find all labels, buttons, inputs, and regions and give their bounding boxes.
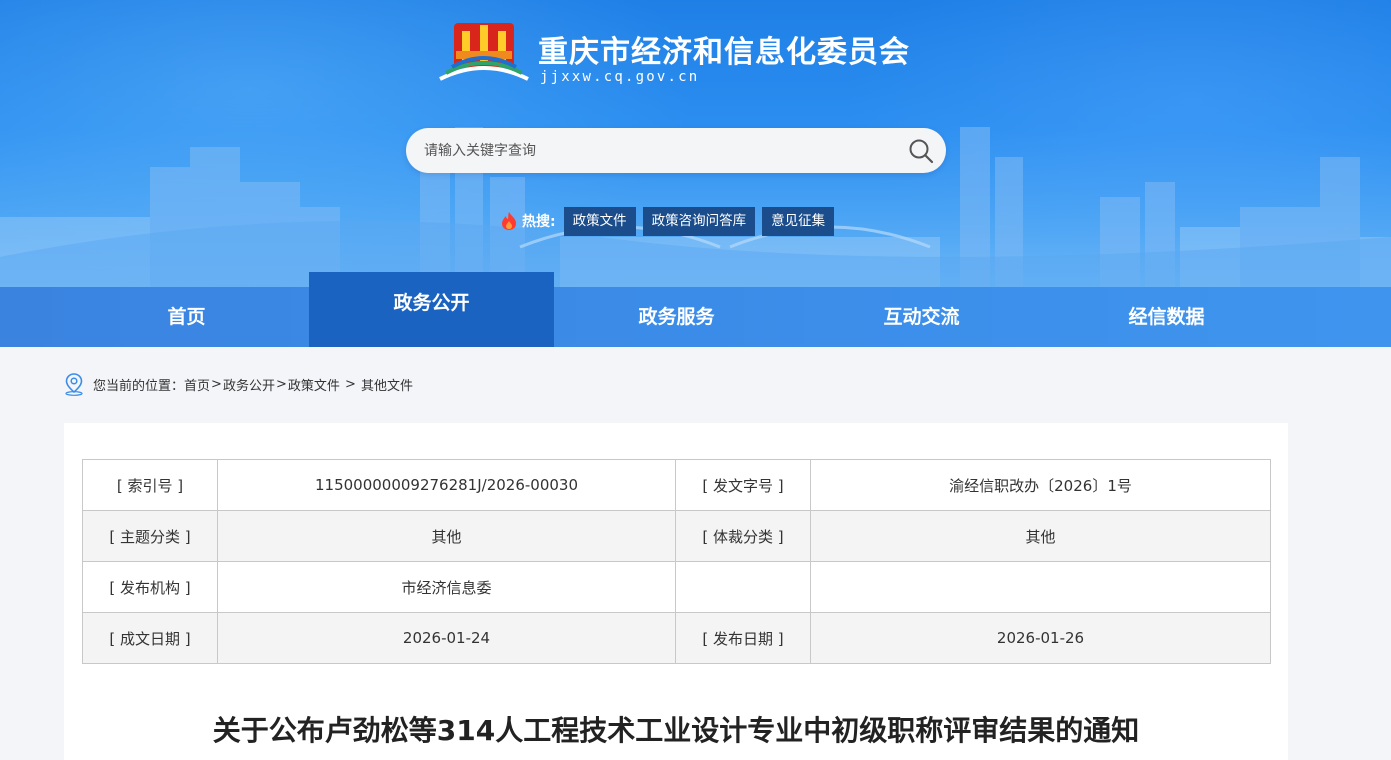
meta-value-issuing-agency: 市经济信息委 <box>217 561 676 613</box>
nav-item-label: 互动交流 <box>883 306 960 328</box>
search-icon <box>909 139 934 164</box>
breadcrumb-separator: > <box>275 376 287 392</box>
breadcrumb-home[interactable]: 首页 <box>184 375 210 394</box>
meta-value-written-date: 2026-01-24 <box>217 612 676 664</box>
breadcrumb-prefix: 您当前的位置： <box>93 378 185 394</box>
nav-item-government-affairs-disclosure[interactable]: 政务公开 <box>309 272 554 347</box>
site-url: jjxxw.cq.gov.cn <box>540 69 700 85</box>
document-title: 关于公布卢劲松等314人工程技术工业设计专业中初级职称评审结果的通知 <box>212 714 1140 747</box>
meta-value-index-number: 11500000009276281J/2026-00030 <box>217 459 676 511</box>
meta-label-index-number: [ 索引号 ] <box>82 459 218 511</box>
table-row: [ 发布机构 ] 市经济信息委 <box>82 561 1271 613</box>
site-title: 重庆市经济和信息化委员会 <box>538 35 910 70</box>
meta-label-subject-category: [ 主题分类 ] <box>82 510 218 562</box>
search-input[interactable] <box>424 128 894 173</box>
meta-empty-cell <box>675 561 811 613</box>
flame-icon <box>502 212 516 230</box>
nav-item-label: 政务公开 <box>393 292 470 314</box>
location-pin-icon <box>65 373 83 396</box>
meta-value-genre-category: 其他 <box>810 510 1271 562</box>
meta-label-document-number: [ 发文字号 ] <box>675 459 811 511</box>
breadcrumb-separator: > <box>340 376 361 392</box>
breadcrumb-other-files[interactable]: 其他文件 <box>361 375 413 394</box>
meta-label-issuing-agency: [ 发布机构 ] <box>82 561 218 613</box>
table-row: [ 主题分类 ] 其他 [ 体裁分类 ] 其他 <box>82 510 1271 562</box>
nav-item-home[interactable]: 首页 <box>64 287 309 347</box>
search-bar <box>406 128 946 173</box>
breadcrumb: 您当前的位置： 首页 > 政务公开 > 政策文件 > 其他文件 <box>63 372 413 396</box>
city-skyline-illustration <box>0 127 1391 287</box>
hot-tag-opinion-collection[interactable]: 意见征集 <box>762 206 835 236</box>
nav-item-label: 政务服务 <box>638 306 715 328</box>
document-panel: [ 索引号 ] 11500000009276281J/2026-00030 [ … <box>64 423 1288 760</box>
table-row: [ 成文日期 ] 2026-01-24 [ 发布日期 ] 2026-01-26 <box>82 612 1271 664</box>
breadcrumb-separator: > <box>211 376 222 392</box>
nav-item-label: 首页 <box>167 306 206 328</box>
document-meta-table: [ 索引号 ] 11500000009276281J/2026-00030 [ … <box>82 459 1271 664</box>
hot-tag-policy-qa[interactable]: 政策咨询问答库 <box>642 206 756 236</box>
hot-search-label: 热搜: <box>500 211 556 231</box>
nav-item-interaction[interactable]: 互动交流 <box>799 287 1044 347</box>
meta-label-publish-date: [ 发布日期 ] <box>675 612 811 664</box>
nav-item-economy-data[interactable]: 经信数据 <box>1044 287 1289 347</box>
meta-value-publish-date: 2026-01-26 <box>810 612 1271 664</box>
meta-value-document-number: 渝经信职改办〔2026〕1号 <box>810 459 1271 511</box>
hot-search-row: 热搜: 政策文件 政策咨询问答库 意见征集 <box>500 206 841 236</box>
meta-label-genre-category: [ 体裁分类 ] <box>675 510 811 562</box>
breadcrumb-government-affairs[interactable]: 政务公开 <box>223 375 275 394</box>
nav-item-government-services[interactable]: 政务服务 <box>554 287 799 347</box>
breadcrumb-policy-files[interactable]: 政策文件 <box>288 375 340 394</box>
meta-value-subject-category: 其他 <box>217 510 676 562</box>
site-logo[interactable]: 重庆市经济和信息化委员会 jjxxw.cq.gov.cn <box>438 17 998 91</box>
search-button[interactable] <box>904 134 938 168</box>
hot-tag-policy-files[interactable]: 政策文件 <box>563 206 636 236</box>
nav-item-label: 经信数据 <box>1128 306 1205 328</box>
meta-empty-cell <box>810 561 1271 613</box>
hot-search-label-text: 热搜: <box>522 214 556 230</box>
header-banner: 重庆市经济和信息化委员会 jjxxw.cq.gov.cn 热搜: 政策文件 政策… <box>0 0 1391 287</box>
meta-label-written-date: [ 成文日期 ] <box>82 612 218 664</box>
table-row: [ 索引号 ] 11500000009276281J/2026-00030 [ … <box>82 459 1271 511</box>
main-nav: 首页 政务公开 政务服务 互动交流 经信数据 <box>0 272 1391 347</box>
government-emblem-icon <box>439 23 529 81</box>
